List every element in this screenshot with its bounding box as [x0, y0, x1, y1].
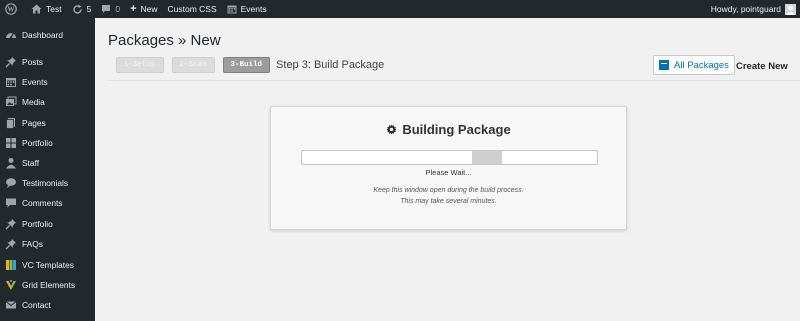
sidebar-item-media[interactable]: Media — [0, 92, 95, 112]
site-name-link[interactable]: Test — [26, 0, 67, 18]
sidebar-item-label: Grid Elements — [22, 280, 76, 290]
divider — [108, 80, 800, 81]
sidebar-item-testimonials[interactable]: Testimonials — [0, 173, 95, 193]
build-note-line1: Keep this window open during the build p… — [373, 187, 524, 194]
progress-bar — [301, 150, 598, 165]
admin-bar: W Test 5 0 + New Custom CSS Events Howdy… — [0, 0, 800, 18]
comments-icon — [5, 197, 17, 209]
vc-templates-icon — [5, 259, 17, 271]
updates-link[interactable]: 5 — [67, 0, 97, 18]
sidebar-item-label: Staff — [22, 158, 40, 168]
calendar-icon — [227, 4, 237, 14]
new-label: New — [140, 4, 158, 14]
sidebar-item-faqs[interactable]: FAQs — [0, 234, 95, 254]
custom-css-link[interactable]: Custom CSS — [163, 0, 222, 18]
howdy-text: Howdy, pointguard — [710, 4, 781, 14]
sidebar-item-label: Comments — [22, 198, 63, 208]
step-setup: 1-Setup — [116, 57, 164, 73]
staff-icon — [5, 157, 17, 169]
media-icon — [5, 96, 17, 108]
wizard-steps: 1-Setup 2-Scan 3-Build Step 3: Build Pac… — [116, 57, 384, 73]
build-title: Building Package — [271, 122, 626, 137]
gear-icon — [386, 124, 397, 135]
plus-icon: + — [130, 3, 137, 15]
portfolio-icon — [5, 137, 17, 149]
calendar-icon — [5, 76, 17, 88]
wordpress-icon: W — [5, 3, 17, 15]
progress-indicator — [472, 151, 502, 164]
all-packages-button[interactable]: All Packages — [653, 55, 735, 75]
dashboard-icon — [5, 29, 17, 41]
new-content-link[interactable]: + New — [125, 0, 162, 18]
updates-count: 5 — [86, 4, 92, 14]
events-link[interactable]: Events — [222, 0, 272, 18]
sidebar-item-portfolio[interactable]: Portfolio — [0, 133, 95, 153]
custom-css-label: Custom CSS — [167, 4, 217, 14]
sidebar-item-label: Events — [22, 77, 48, 87]
grid-elements-icon — [5, 279, 17, 291]
sidebar-item-label: Testimonials — [22, 178, 69, 188]
site-name-label: Test — [46, 4, 62, 14]
sidebar-item-grid-elements[interactable]: Grid Elements — [0, 275, 95, 295]
svg-text:W: W — [8, 6, 15, 14]
events-label: Events — [240, 4, 267, 14]
pin-icon — [5, 238, 17, 250]
sidebar-item-label: Portfolio — [22, 138, 53, 148]
wordpress-logo-button[interactable]: W — [0, 0, 26, 18]
comments-count: 0 — [115, 4, 121, 14]
create-new-link[interactable]: Create New — [736, 61, 788, 72]
sidebar-item-comments[interactable]: Comments — [0, 193, 95, 213]
my-account-link[interactable]: Howdy, pointguard — [710, 3, 800, 15]
all-packages-label: All Packages — [674, 59, 729, 71]
admin-sidebar: Dashboard Posts Events Media Pages Portf… — [0, 18, 95, 321]
step-build: 3-Build — [222, 57, 271, 73]
step-title: Step 3: Build Package — [276, 59, 385, 71]
pages-icon — [5, 117, 17, 129]
comments-link[interactable]: 0 — [96, 0, 125, 18]
build-panel: Building Package Please Wait... Keep thi… — [270, 106, 627, 230]
sidebar-item-contact[interactable]: Contact — [0, 295, 95, 315]
testimonials-icon — [5, 177, 17, 189]
please-wait-text: Please Wait... — [425, 168, 472, 177]
sidebar-item-events[interactable]: Events — [0, 72, 95, 92]
build-title-text: Building Package — [402, 122, 511, 137]
sidebar-item-label: Contact — [22, 300, 51, 310]
sidebar-item-staff[interactable]: Staff — [0, 153, 95, 173]
sidebar-item-posts[interactable]: Posts — [0, 52, 95, 72]
sidebar-item-label: Media — [22, 97, 45, 107]
avatar — [785, 3, 796, 15]
archive-icon — [659, 60, 669, 70]
home-icon — [31, 4, 42, 14]
pin-icon — [5, 56, 17, 68]
sidebar-item-vc-templates[interactable]: VC Templates — [0, 255, 95, 275]
build-note-line2: This may take several minutes. — [400, 198, 497, 205]
sidebar-item-label: Portfolio — [22, 219, 53, 229]
step-scan: 2-Scan — [171, 57, 215, 73]
comment-icon — [101, 4, 111, 14]
pin-icon — [5, 218, 17, 230]
main-content: Packages » New 1-Setup 2-Scan 3-Build St… — [95, 18, 800, 321]
sidebar-item-label: Pages — [22, 118, 46, 128]
sidebar-item-dashboard[interactable]: Dashboard — [0, 25, 95, 45]
page-title: Packages » New — [108, 32, 221, 49]
mail-icon — [5, 299, 17, 311]
sidebar-item-pages[interactable]: Pages — [0, 113, 95, 133]
sidebar-item-portfolio-2[interactable]: Portfolio — [0, 214, 95, 234]
sidebar-item-label: Dashboard — [22, 30, 63, 40]
sidebar-item-label: Posts — [22, 57, 43, 67]
sidebar-item-label: VC Templates — [22, 260, 74, 270]
updates-icon — [72, 4, 83, 15]
sidebar-item-label: FAQs — [22, 239, 43, 249]
